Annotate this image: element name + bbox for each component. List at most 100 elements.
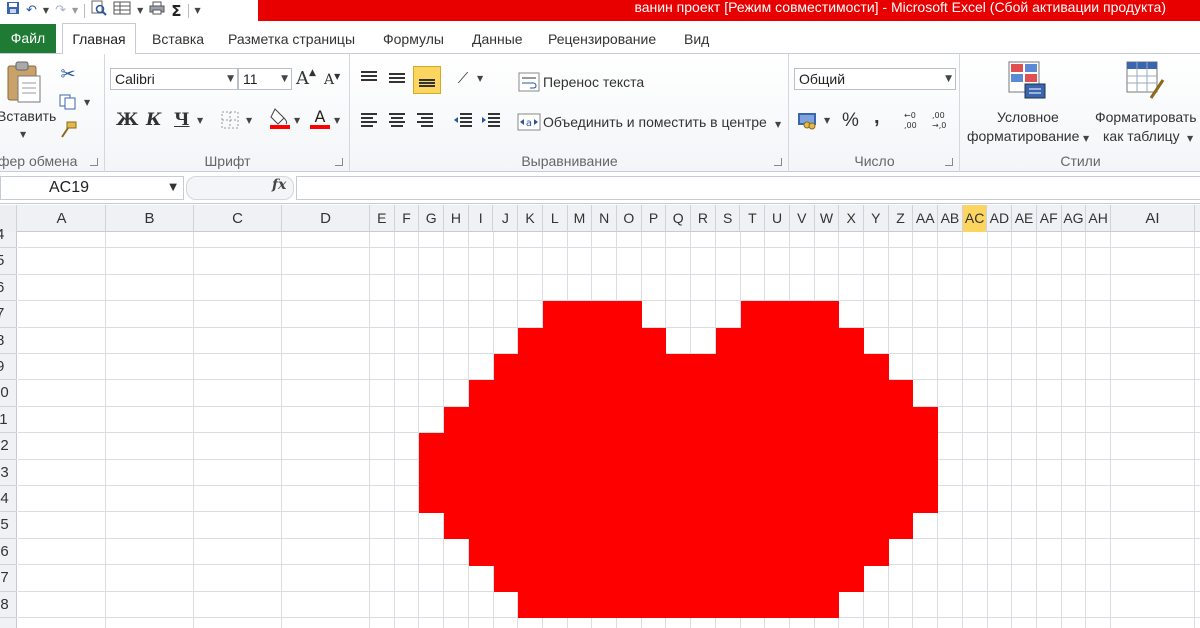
filled-cell-block[interactable]	[715, 327, 864, 355]
dropdown-arrow-icon[interactable]: ▼	[43, 2, 49, 20]
row-header-12[interactable]: 12	[0, 433, 17, 460]
dropdown-arrow-icon[interactable]: ▼	[137, 2, 143, 20]
filled-cell-block[interactable]	[468, 380, 914, 408]
tab-view[interactable]: Вид	[684, 29, 709, 53]
cell-grid[interactable]	[18, 232, 1200, 628]
column-header-e[interactable]: E	[370, 205, 395, 232]
align-bottom-icon[interactable]	[413, 66, 441, 94]
filled-cell-block[interactable]	[419, 433, 939, 461]
format-painter-icon[interactable]	[56, 118, 80, 142]
alignment-launcher-icon[interactable]	[774, 158, 782, 166]
column-header-m[interactable]: M	[568, 205, 593, 232]
format-as-table-icon[interactable]	[1125, 60, 1165, 103]
column-header-p[interactable]: P	[642, 205, 667, 232]
tab-page-layout[interactable]: Разметка страницы	[228, 29, 355, 53]
clipboard-launcher-icon[interactable]	[90, 158, 98, 166]
filled-cell-block[interactable]	[444, 512, 914, 540]
underline-button[interactable]: Ч	[174, 110, 190, 130]
tab-insert[interactable]: Вставка	[152, 29, 204, 53]
wrap-text-icon[interactable]	[517, 70, 541, 94]
increase-indent-icon[interactable]	[479, 108, 503, 132]
undo-icon[interactable]: ↶	[26, 2, 37, 20]
column-header-r[interactable]: R	[691, 205, 716, 232]
filled-cell-block[interactable]	[419, 486, 939, 513]
paste-button[interactable]: Вставить	[0, 108, 56, 124]
column-header-af[interactable]: AF	[1037, 205, 1062, 232]
column-header-ai[interactable]: AI	[1111, 205, 1195, 232]
column-header-t[interactable]: T	[741, 205, 766, 232]
filled-cell-block[interactable]	[419, 459, 939, 487]
paste-icon[interactable]	[4, 60, 44, 107]
row-header-10[interactable]: 10	[0, 380, 17, 407]
conditional-formatting-icon[interactable]	[1007, 60, 1047, 103]
column-header-ag[interactable]: AG	[1062, 205, 1087, 232]
underline-dropdown-icon[interactable]: ▼	[197, 116, 203, 125]
number-launcher-icon[interactable]	[945, 158, 953, 166]
currency-dropdown-icon[interactable]: ▼	[824, 116, 830, 125]
name-box[interactable]: AC19 ▼	[0, 176, 184, 200]
row-header-7[interactable]: 7	[0, 301, 17, 328]
column-header-k[interactable]: K	[518, 205, 543, 232]
filled-cell-block[interactable]	[518, 591, 840, 619]
conditional-formatting-dropdown-icon[interactable]: ▼	[1083, 134, 1089, 143]
insert-function-icon[interactable]: fx	[272, 177, 286, 193]
format-as-table-line2[interactable]: как таблицу	[1103, 128, 1180, 144]
autosum-icon[interactable]: Σ	[171, 2, 181, 20]
copy-icon[interactable]	[56, 90, 80, 114]
chevron-down-icon[interactable]: ▼	[945, 69, 952, 89]
filled-cell-block[interactable]	[444, 406, 939, 434]
row-header-4[interactable]: 4	[0, 222, 17, 249]
filled-cell-block[interactable]	[518, 327, 667, 355]
column-header-s[interactable]: S	[716, 205, 741, 232]
orientation-icon[interactable]: ⟋	[451, 66, 475, 90]
italic-button[interactable]: К	[146, 110, 161, 130]
column-header-g[interactable]: G	[419, 205, 445, 232]
shrink-font-icon[interactable]: A▼	[324, 72, 340, 88]
column-header-j[interactable]: J	[494, 205, 519, 232]
row-header-15[interactable]: 15	[0, 512, 17, 539]
column-header-a[interactable]: A	[18, 205, 106, 232]
comma-button[interactable]: ,	[874, 106, 880, 129]
filled-cell-block[interactable]	[740, 301, 840, 329]
tab-file[interactable]: Файл	[0, 24, 56, 53]
row-header-5[interactable]: 5	[0, 248, 17, 275]
chevron-down-icon[interactable]: ▼	[169, 177, 177, 199]
column-header-h[interactable]: H	[444, 205, 469, 232]
borders-dropdown-icon[interactable]: ▼	[246, 116, 252, 125]
chevron-down-icon[interactable]: ▼	[281, 69, 288, 89]
customize-icon[interactable]: ▼	[195, 2, 201, 20]
cut-icon[interactable]: ✂	[56, 62, 80, 86]
column-header-y[interactable]: Y	[864, 205, 889, 232]
align-left-icon[interactable]	[357, 108, 381, 132]
table-icon[interactable]	[113, 1, 131, 21]
column-header-ae[interactable]: AE	[1012, 205, 1037, 232]
row-header-17[interactable]: 17	[0, 565, 17, 592]
wrap-text-button[interactable]: Перенос текста	[543, 74, 644, 90]
column-header-ad[interactable]: AD	[988, 205, 1013, 232]
chevron-down-icon[interactable]: ▼	[227, 69, 234, 89]
dropdown-arrow-icon[interactable]: ▼	[72, 2, 78, 20]
filled-cell-block[interactable]	[542, 301, 642, 329]
tab-review[interactable]: Рецензирование	[548, 29, 656, 53]
font-color-icon[interactable]: A	[308, 106, 332, 130]
column-header-z[interactable]: Z	[889, 205, 914, 232]
conditional-formatting-line2[interactable]: форматирование	[967, 128, 1079, 144]
font-size-combo[interactable]: 11 ▼	[238, 68, 292, 90]
filled-cell-block[interactable]	[493, 565, 864, 593]
row-header-16[interactable]: 16	[0, 539, 17, 566]
filled-cell-block[interactable]	[468, 538, 889, 566]
column-header-i[interactable]: I	[469, 205, 494, 232]
column-header-w[interactable]: W	[815, 205, 840, 232]
align-right-icon[interactable]	[413, 108, 437, 132]
row-header-9[interactable]: 9	[0, 354, 17, 381]
tab-formulas[interactable]: Формулы	[383, 29, 444, 53]
redo-icon[interactable]: ↷	[55, 2, 66, 20]
font-color-dropdown-icon[interactable]: ▼	[334, 116, 340, 125]
row-header-14[interactable]: 14	[0, 486, 17, 513]
grow-font-icon[interactable]: A▲	[296, 68, 316, 89]
align-middle-icon[interactable]	[385, 66, 409, 90]
column-header-x[interactable]: X	[839, 205, 864, 232]
fill-color-icon[interactable]	[268, 106, 292, 130]
column-header-f[interactable]: F	[395, 205, 420, 232]
row-header-6[interactable]: 6	[0, 275, 17, 302]
